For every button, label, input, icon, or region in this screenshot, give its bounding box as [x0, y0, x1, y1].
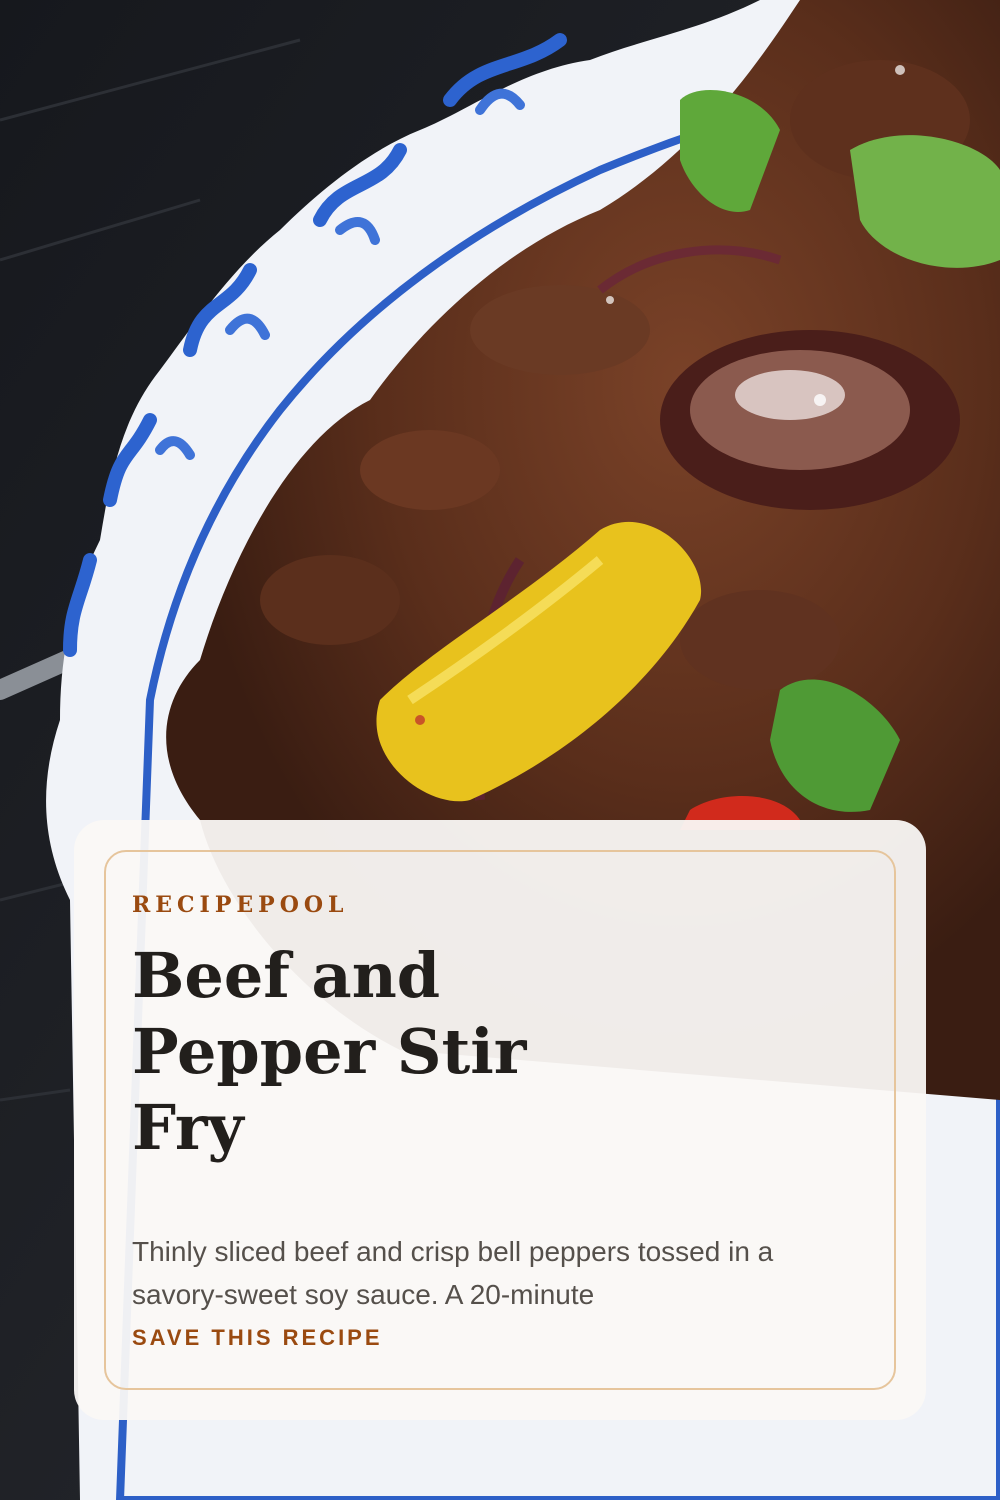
- brand-name: RECIPEPOOL: [132, 892, 349, 918]
- recipe-description: Thinly sliced beef and crisp bell pepper…: [132, 1236, 774, 1310]
- recipe-card: RECIPEPOOL Beef and Pepper Stir Fry Thin…: [74, 820, 926, 1420]
- save-recipe-link[interactable]: SAVE THIS RECIPE: [132, 1325, 383, 1351]
- recipe-pin: RECIPEPOOL Beef and Pepper Stir Fry Thin…: [0, 0, 1000, 1500]
- recipe-title: Beef and Pepper Stir Fry: [132, 939, 527, 1164]
